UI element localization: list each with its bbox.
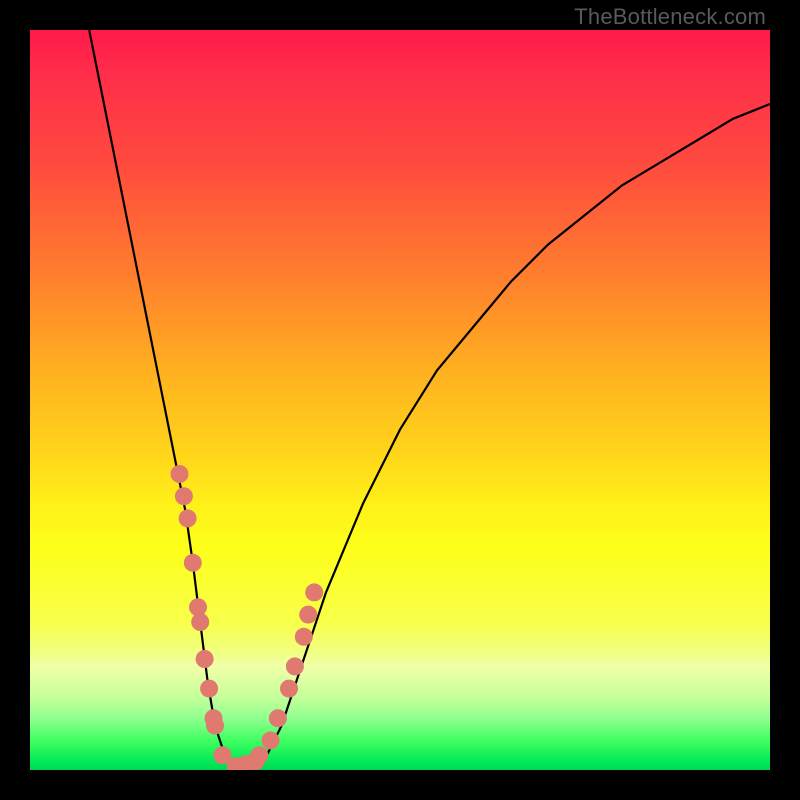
- highlight-dot: [286, 657, 304, 675]
- chart-svg: [30, 30, 770, 770]
- highlight-dot: [299, 606, 317, 624]
- highlight-dot: [196, 650, 214, 668]
- chart-frame: TheBottleneck.com: [0, 0, 800, 800]
- highlight-dot: [179, 509, 197, 527]
- highlight-dot: [250, 746, 268, 764]
- highlight-dot: [184, 554, 202, 572]
- bottleneck-curve: [89, 30, 770, 770]
- highlight-dot: [295, 628, 313, 646]
- highlight-dot: [280, 680, 298, 698]
- plot-area: [30, 30, 770, 770]
- highlight-dot: [175, 487, 193, 505]
- watermark-text: TheBottleneck.com: [574, 4, 766, 30]
- highlight-dot: [200, 680, 218, 698]
- highlight-dots: [171, 465, 324, 770]
- highlight-dot: [305, 583, 323, 601]
- highlight-dot: [262, 731, 280, 749]
- highlight-dot: [206, 717, 224, 735]
- highlight-dot: [269, 709, 287, 727]
- highlight-dot: [171, 465, 189, 483]
- highlight-dot: [191, 613, 209, 631]
